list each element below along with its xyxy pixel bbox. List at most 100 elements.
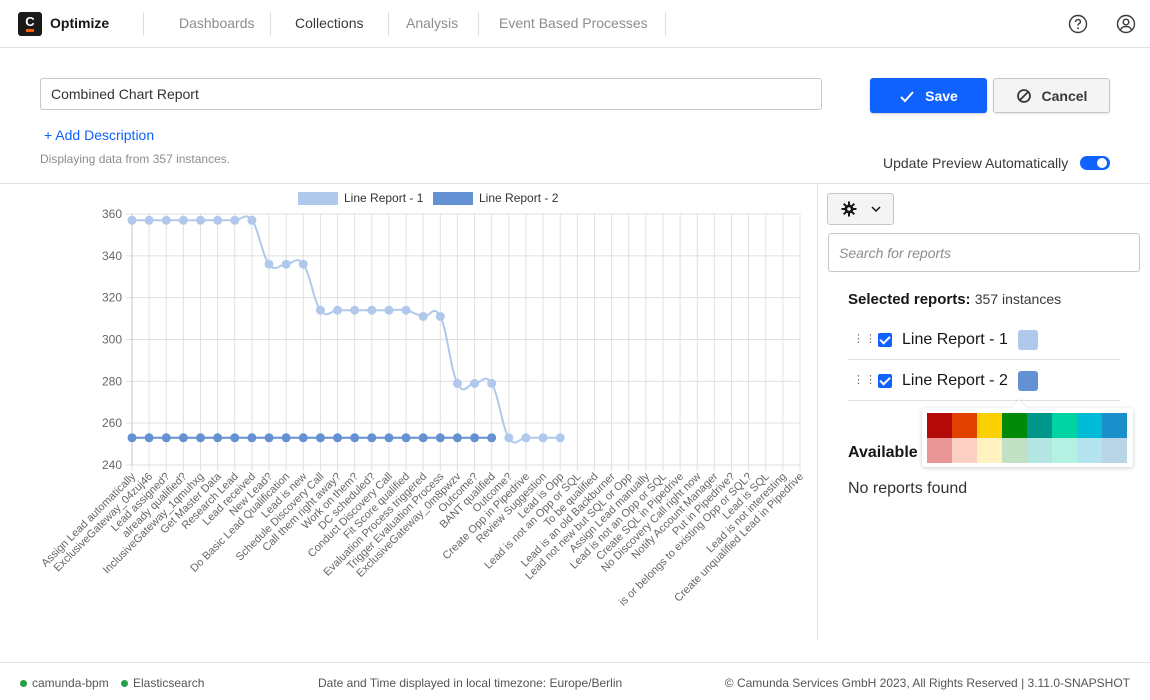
- selected-report-item: ⋮⋮ Line Report - 2: [848, 361, 1120, 401]
- data-point: [350, 305, 360, 315]
- report-color-swatch[interactable]: [1017, 370, 1038, 391]
- data-point: [247, 215, 257, 225]
- y-tick-label: 340: [102, 249, 122, 263]
- report-name: Line Report - 2: [902, 371, 1008, 389]
- settings-dropdown-button[interactable]: [827, 193, 894, 225]
- status-dot-icon: [121, 679, 128, 687]
- color-option[interactable]: [1052, 413, 1077, 438]
- nav-divider: [270, 12, 271, 36]
- data-point: [487, 378, 497, 388]
- report-checkbox[interactable]: [878, 373, 892, 388]
- status-label: Elasticsearch: [133, 676, 205, 690]
- top-navigation-bar: C Optimize Dashboards Collections Analys…: [0, 0, 1150, 48]
- y-tick-label: 260: [102, 416, 122, 430]
- available-reports-title: Available: [848, 444, 918, 461]
- nav-divider: [478, 12, 479, 36]
- color-option[interactable]: [1077, 438, 1102, 463]
- data-point: [487, 433, 497, 443]
- data-point: [435, 311, 445, 321]
- data-point: [367, 305, 377, 315]
- data-point: [213, 215, 223, 225]
- save-button-label: Save: [925, 87, 958, 104]
- gear-icon: [841, 201, 856, 217]
- status-elasticsearch: Elasticsearch: [121, 676, 204, 690]
- data-point: [350, 433, 360, 443]
- data-point: [538, 433, 548, 443]
- data-point: [161, 215, 171, 225]
- nav-analysis[interactable]: Analysis: [406, 15, 458, 31]
- data-point: [127, 215, 137, 225]
- data-point: [555, 433, 565, 443]
- status-dot-icon: [20, 679, 27, 687]
- color-option[interactable]: [1002, 438, 1027, 463]
- nav-dashboards[interactable]: Dashboards: [179, 15, 255, 31]
- nav-divider: [143, 12, 144, 36]
- data-point: [281, 433, 291, 443]
- selected-reports-count: 357 instances: [974, 291, 1062, 307]
- selected-reports-label: Selected reports:: [848, 291, 971, 308]
- data-point: [418, 311, 428, 321]
- data-point: [418, 433, 428, 443]
- color-option[interactable]: [1027, 413, 1052, 438]
- nav-collections[interactable]: Collections: [295, 15, 363, 31]
- help-icon[interactable]: [1068, 14, 1088, 34]
- data-point: [470, 378, 480, 388]
- check-icon: [900, 90, 914, 102]
- data-point: [196, 215, 206, 225]
- search-reports-input[interactable]: [828, 233, 1140, 272]
- cancel-button[interactable]: Cancel: [993, 78, 1110, 113]
- data-point: [504, 433, 514, 443]
- copyright: © Camunda Services GmbH 2023, All Rights…: [724, 676, 1130, 690]
- report-name-input[interactable]: [40, 78, 822, 110]
- data-point: [144, 433, 154, 443]
- report-color-swatch[interactable]: [1017, 329, 1038, 350]
- nav-divider: [388, 12, 389, 36]
- user-icon[interactable]: [1116, 14, 1136, 34]
- color-option[interactable]: [1002, 413, 1027, 438]
- data-point: [178, 215, 188, 225]
- color-option[interactable]: [1052, 438, 1077, 463]
- drag-handle-icon[interactable]: ⋮⋮: [853, 334, 876, 345]
- update-preview-toggle[interactable]: [1080, 156, 1110, 170]
- color-option[interactable]: [952, 438, 977, 463]
- color-option[interactable]: [927, 438, 952, 463]
- no-reports-message: No reports found: [848, 480, 968, 497]
- cancel-icon: [1016, 88, 1031, 103]
- y-tick-label: 320: [102, 291, 122, 305]
- data-point: [298, 433, 308, 443]
- add-description-link[interactable]: + Add Description: [44, 127, 154, 143]
- color-option[interactable]: [977, 413, 1002, 438]
- camunda-logo[interactable]: C: [18, 12, 42, 36]
- nav-event-based-processes[interactable]: Event Based Processes: [499, 15, 648, 31]
- app-name[interactable]: Optimize: [50, 15, 109, 31]
- data-point: [435, 433, 445, 443]
- status-label: camunda-bpm: [32, 676, 109, 690]
- color-option[interactable]: [1102, 438, 1127, 463]
- data-point: [401, 305, 411, 315]
- chevron-down-icon: [870, 206, 881, 212]
- color-option[interactable]: [1027, 438, 1052, 463]
- data-point: [452, 378, 462, 388]
- color-option[interactable]: [927, 413, 952, 438]
- combined-line-chart: 240 260 280 300 320 340 360 Assign Lead automat…: [0, 184, 817, 660]
- color-option[interactable]: [977, 438, 1002, 463]
- timezone-note: Date and Time displayed in local timezon…: [318, 676, 623, 690]
- data-point: [315, 433, 325, 443]
- status-camunda-bpm: camunda-bpm: [20, 676, 109, 690]
- data-point: [281, 259, 291, 269]
- color-option[interactable]: [1102, 413, 1127, 438]
- instances-note: Displaying data from 357 instances.: [40, 152, 231, 166]
- color-option[interactable]: [952, 413, 977, 438]
- data-point: [196, 433, 206, 443]
- legend-swatch: [298, 192, 338, 205]
- data-point: [401, 433, 411, 443]
- color-option[interactable]: [1077, 413, 1102, 438]
- save-button[interactable]: Save: [870, 78, 987, 113]
- y-tick-label: 360: [102, 207, 122, 221]
- footer: camunda-bpm Elasticsearch Date and Time …: [0, 662, 1150, 700]
- drag-handle-icon[interactable]: ⋮⋮: [853, 375, 876, 386]
- report-checkbox[interactable]: [878, 332, 892, 347]
- selected-report-item: ⋮⋮ Line Report - 1: [848, 320, 1120, 360]
- divider: [817, 184, 818, 640]
- data-point: [213, 433, 223, 443]
